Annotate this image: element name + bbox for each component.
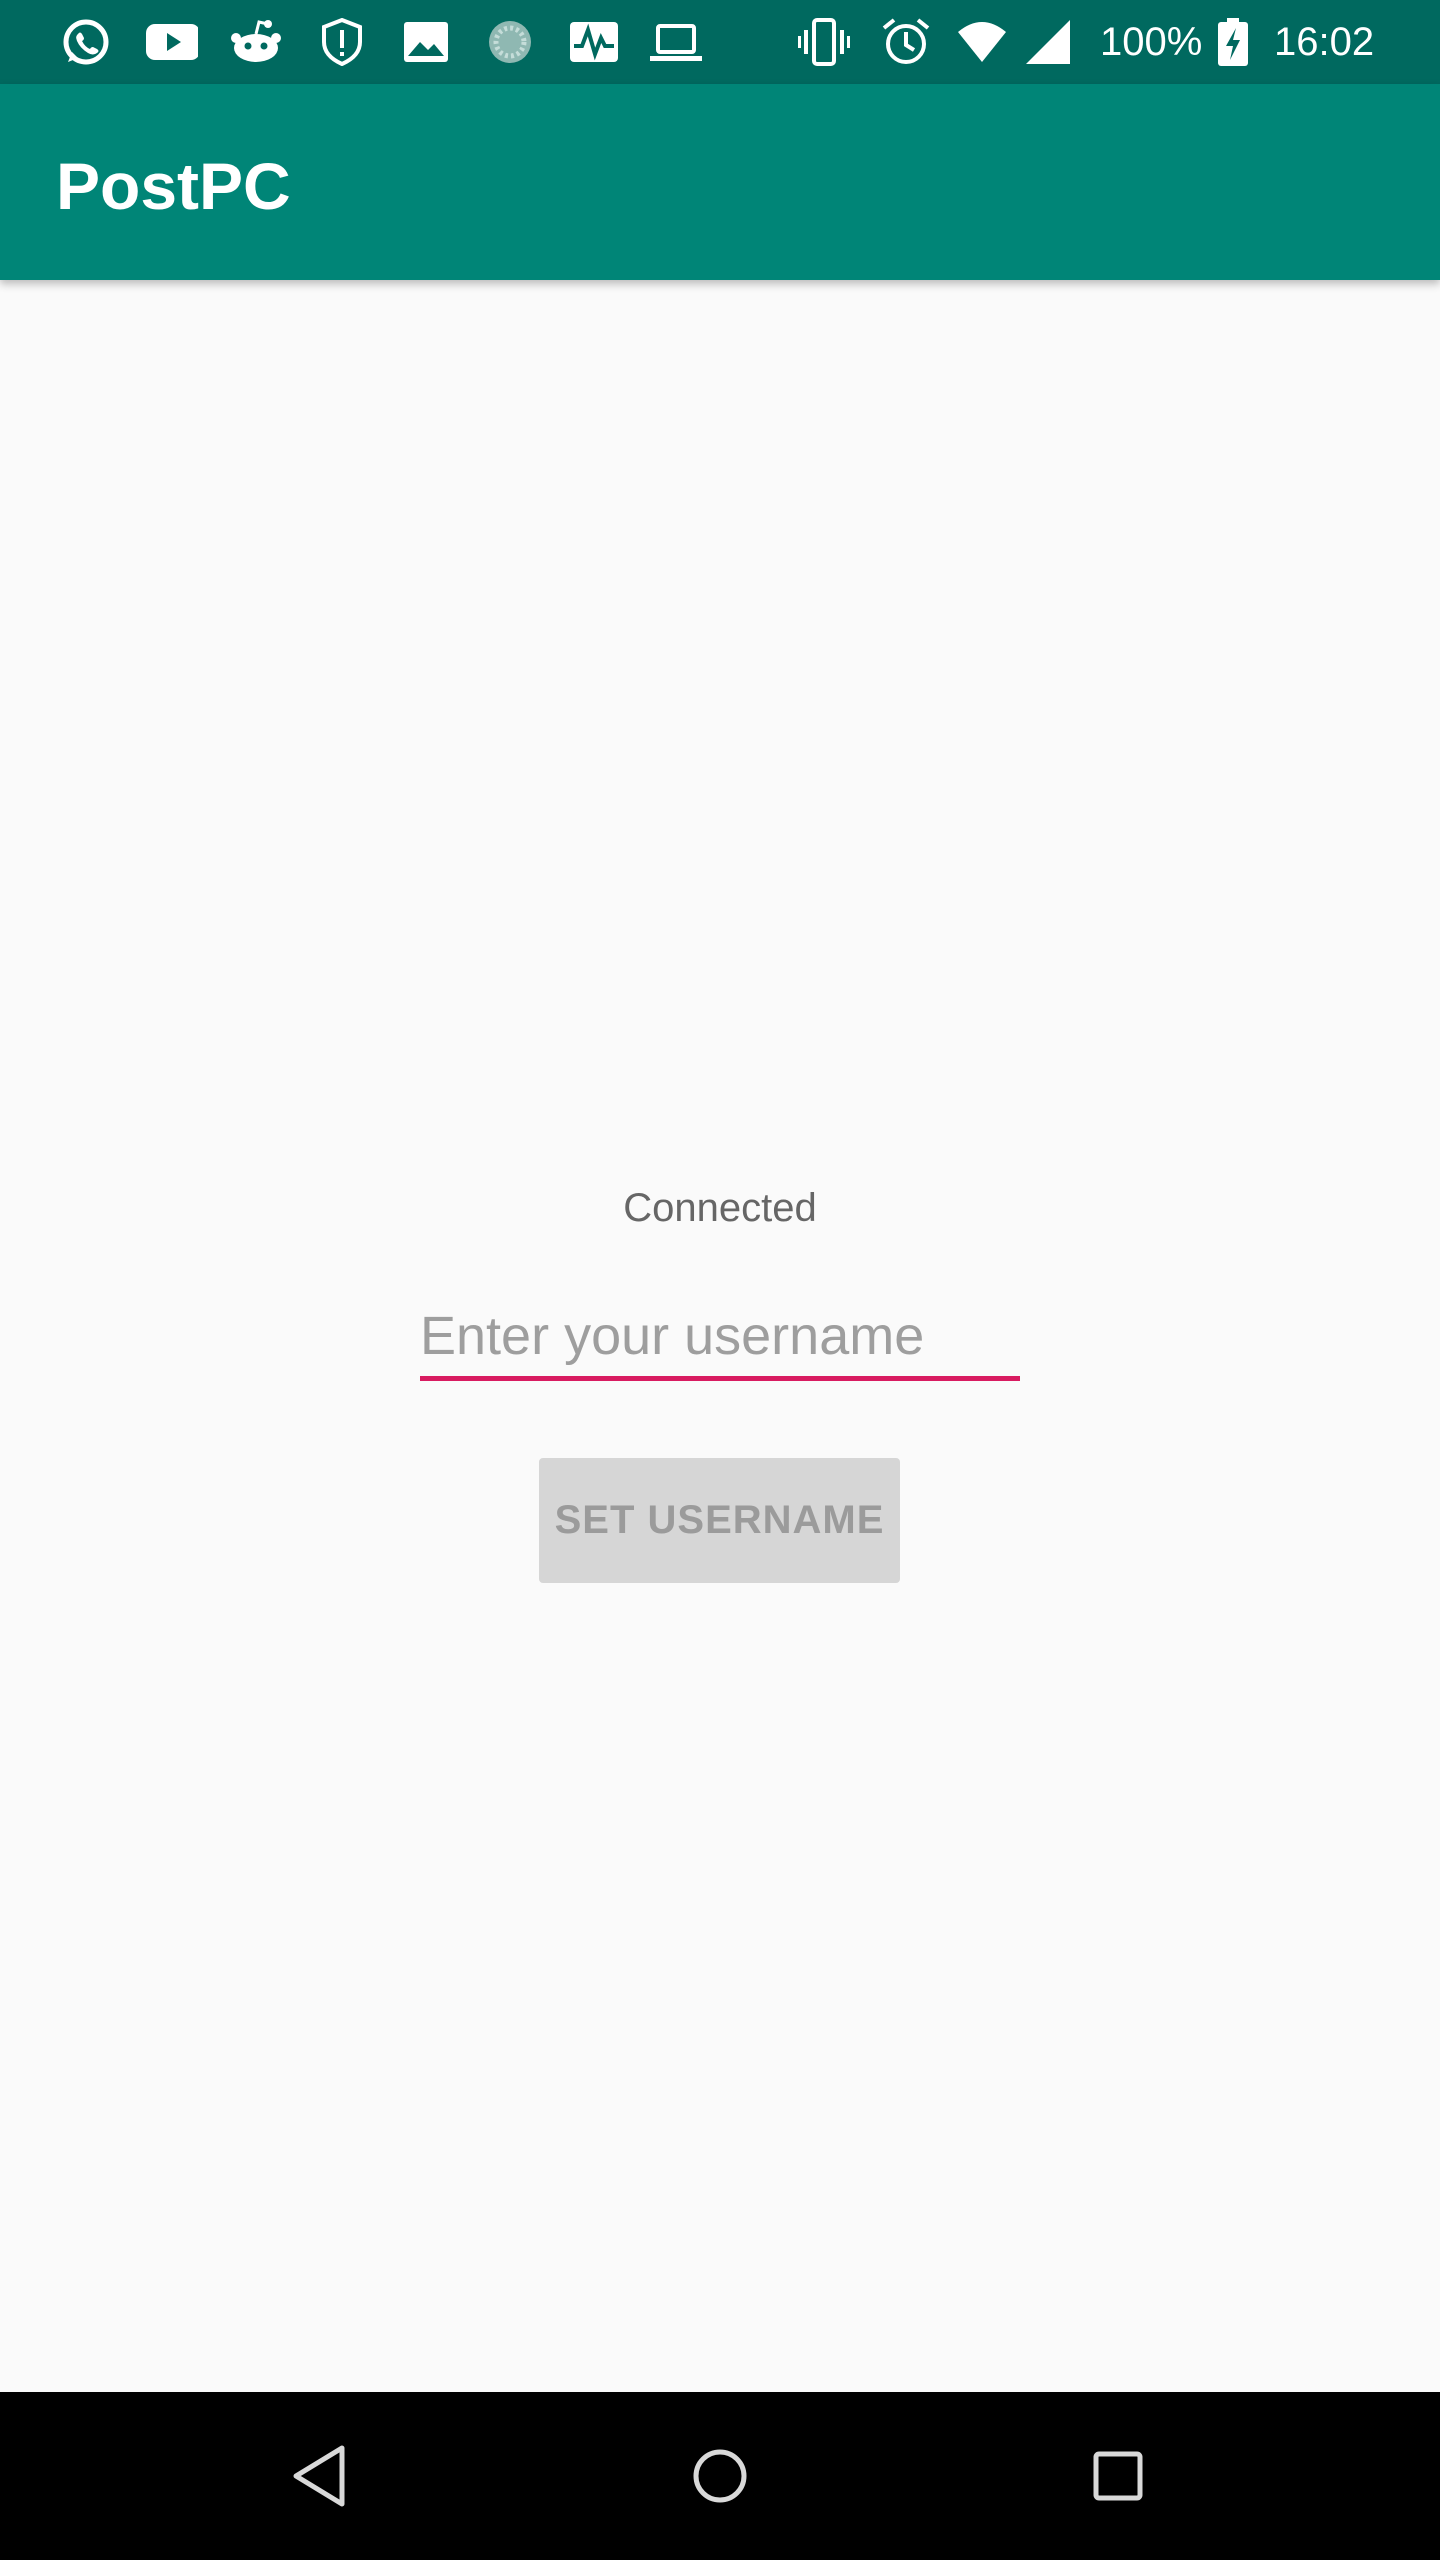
battery-percentage: 100% [1100,20,1203,64]
app-bar: PostPC [0,84,1440,280]
username-field[interactable] [420,1300,1020,1381]
connection-status: Connected [623,1186,817,1230]
back-icon[interactable] [282,2436,362,2516]
battery-charging-icon [1216,18,1250,66]
laptop-icon [650,18,702,66]
shield-alert-icon [316,18,368,66]
wifi-icon [956,18,1008,66]
username-underline [420,1376,1020,1381]
youtube-icon [146,18,198,66]
set-username-button[interactable]: SET USERNAME [539,1458,900,1583]
username-input[interactable] [420,1300,1020,1372]
alarm-icon [880,18,932,66]
signal-icon [1022,18,1074,66]
app-title: PostPC [56,149,291,223]
navigation-bar [0,2392,1440,2560]
reddit-icon [230,18,282,66]
whatsapp-icon [60,18,112,66]
status-bar: 100% 16:02 [0,0,1440,84]
activity-icon [568,18,620,66]
home-icon[interactable] [680,2436,760,2516]
recents-icon[interactable] [1078,2436,1158,2516]
image-icon [400,18,452,66]
clock: 16:02 [1274,20,1375,64]
loading-circle-icon [484,18,536,66]
vibrate-icon [798,18,850,66]
